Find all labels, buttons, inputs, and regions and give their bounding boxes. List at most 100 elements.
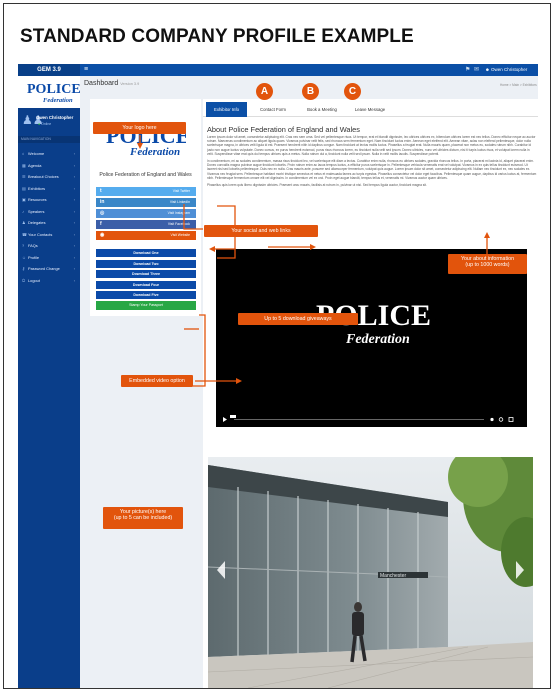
sidebar-item-label: Your Contacts (28, 231, 53, 237)
sidebar-item-label: Agenda (28, 162, 42, 168)
topbar-user-menu[interactable]: ☻ Owen Christopher (485, 66, 527, 74)
exhibitor-panel: Exhibitor Info Contact Form Book a Meeti… (203, 99, 538, 688)
sidebar-item-your-contacts[interactable]: ☎Your Contacts › (18, 229, 80, 240)
sidebar-logo-federation: Federation (43, 97, 73, 104)
sidebar-item-profile[interactable]: ☺ Profile › (18, 252, 80, 263)
social-link-label: Visit LinkedIn (169, 200, 190, 204)
stamp-passport-button[interactable]: Stamp Your Passport (96, 301, 196, 310)
menu-toggle-icon[interactable]: ≡ (84, 66, 88, 74)
sidebar-item-label: Logout (28, 277, 40, 283)
page-subtitle: Version 3.9 (120, 82, 140, 86)
fullscreen-icon (508, 417, 514, 422)
social-link-visit-facebook[interactable]: f Visit Facebook (96, 220, 196, 229)
sidebar-item-label: FAQs (28, 243, 38, 248)
social-icon: ◎ (100, 210, 105, 216)
app-screenshot: GEM 3.9 ≡ ⚑ ✉ ☻ Owen Christopher POLICE … (18, 64, 538, 688)
callout-pictures: Your picture(s) here (up to 5 can be inc… (103, 507, 183, 529)
chevron-right-icon: › (73, 174, 75, 179)
sidebar-item-exhibitors[interactable]: ▤ Exhibitors › (18, 183, 80, 194)
sidebar-user-name: Owen Christopher (36, 115, 74, 120)
chevron-right-icon: › (73, 151, 75, 156)
chevron-right-icon: › (73, 197, 75, 202)
about-paragraph: Lorem ipsum dolor sit amet, consectetur … (207, 135, 536, 156)
tab-bar: Exhibitor Info Contact Form Book a Meeti… (203, 99, 538, 117)
about-paragraph: In condimentum, mi ac sodales condimentu… (207, 159, 537, 180)
callout-c: C (344, 83, 361, 100)
social-link-visit-linkedin[interactable]: in Visit LinkedIn (96, 198, 196, 207)
video-time-badge (230, 415, 236, 418)
embedded-video[interactable]: POLICE Federation (216, 249, 527, 427)
page-title: Dashboard Version 3.9 (84, 80, 140, 87)
social-link-visit-instagram[interactable]: ◎ Visit Instagram (96, 209, 196, 218)
breadcrumb[interactable]: Home > Main > Exhibitors (500, 83, 537, 87)
sidebar-item-label: Delegates (28, 220, 46, 225)
chevron-right-icon: › (73, 220, 75, 225)
callout-b: B (302, 83, 319, 100)
volume-icon (490, 417, 494, 422)
tab-book-meeting[interactable]: Book a Meeting (301, 102, 343, 117)
sidebar-nav-title: MAIN NAVIGATION (18, 136, 80, 143)
download-button-4[interactable]: Download Four (96, 280, 196, 289)
sidebar-item-speakers[interactable]: ♪ Speakers › (18, 206, 80, 217)
download-button-3[interactable]: Download Three (96, 270, 196, 278)
tab-exhibitor-info[interactable]: Exhibitor Info (206, 102, 247, 117)
social-link-label: Visit Instagram (167, 211, 190, 215)
sidebar-item-agenda[interactable]: ▦ Agenda › (18, 160, 80, 171)
sidebar-item-password-change[interactable]: ⚷ Password Change › (18, 263, 80, 274)
settings-icon (498, 417, 504, 422)
download-button-1[interactable]: Download One (96, 249, 196, 257)
about-title: About Police Federation of England and W… (207, 125, 360, 134)
callout-video: Embedded video option (121, 375, 193, 387)
photo-carousel[interactable]: Manchester (208, 457, 533, 688)
tab-leave-message[interactable]: Leave Message (350, 102, 390, 117)
top-navbar: GEM 3.9 ≡ ⚑ ✉ ☻ Owen Christopher (18, 64, 538, 76)
download-button-2[interactable]: Download Two (96, 259, 196, 268)
video-logo-federation: Federation (345, 332, 410, 347)
callout-logo: Your logo here (93, 122, 186, 134)
social-icon: in (100, 199, 105, 205)
avatar-icon: ♟♟ (22, 113, 44, 127)
org-name: Police Federation of England and Wales (99, 172, 192, 178)
sidebar-item-logout[interactable]: ⏻ Logout › (18, 275, 80, 286)
sidebar-item-breakout-choices[interactable]: ☰ Breakout Choices › (18, 171, 80, 182)
bookmark-icon[interactable]: ⚑ (465, 66, 470, 74)
social-link-label: Visit Website (170, 233, 190, 237)
social-link-label: Visit Facebook (167, 222, 190, 226)
slide-frame: STANDARD COMPANY PROFILE EXAMPLE GEM 3.9… (3, 3, 551, 689)
chevron-right-icon: › (73, 185, 75, 191)
sidebar-user-panel[interactable]: ♟♟ Owen Christopher ● Online (18, 111, 80, 133)
sidebar-user-status: ● Online (38, 122, 52, 126)
chevron-right-icon: › (73, 277, 75, 283)
notification-icon[interactable]: ✉ (474, 66, 479, 74)
sidebar: POLICE Federation ♟♟ Owen Christopher ● … (18, 76, 81, 688)
social-link-visit-website[interactable]: ◉ Visit Website (96, 231, 196, 240)
tab-contact-form[interactable]: Contact Form (254, 102, 292, 117)
callout-a: A (256, 83, 273, 100)
sidebar-item-label: Speakers (28, 208, 45, 214)
social-icon: t (100, 188, 102, 194)
chevron-right-icon: › (73, 162, 75, 168)
social-icon: f (100, 221, 102, 227)
sidebar-item-label: Password Change (28, 266, 60, 271)
about-paragraph: Phasellus quis lorem quis libero digniss… (207, 183, 427, 188)
sidebar-item-faqs[interactable]: ? FAQs › (18, 240, 80, 251)
callout-social: Your social and web links (204, 225, 318, 237)
sidebar-item-label: Profile (28, 254, 40, 260)
about-text: Lorem ipsum dolor sit amet, consectetur … (207, 135, 537, 237)
slide-headline: STANDARD COMPANY PROFILE EXAMPLE (20, 26, 414, 47)
sidebar-item-resources[interactable]: ▣ Resources › (18, 194, 80, 205)
sidebar-item-delegates[interactable]: ♟ Delegates › (18, 217, 80, 228)
chevron-right-icon: › (73, 208, 75, 214)
chevron-right-icon: › (73, 231, 75, 237)
social-link-label: Visit Twitter (172, 189, 190, 193)
play-icon (223, 417, 227, 422)
sidebar-item-label: Welcome (28, 151, 45, 156)
social-link-visit-twitter[interactable]: t Visit Twitter (96, 187, 196, 196)
sidebar-logo[interactable]: POLICE Federation (18, 76, 81, 108)
logo-federation-text: Federation (129, 146, 180, 157)
chevron-right-icon: › (73, 254, 75, 260)
download-button-5[interactable]: Download Five (96, 291, 196, 299)
brand-label[interactable]: GEM 3.9 (18, 64, 80, 76)
sidebar-item-welcome[interactable]: ⌂ Welcome › (18, 148, 80, 159)
social-icon: ◉ (100, 232, 105, 238)
